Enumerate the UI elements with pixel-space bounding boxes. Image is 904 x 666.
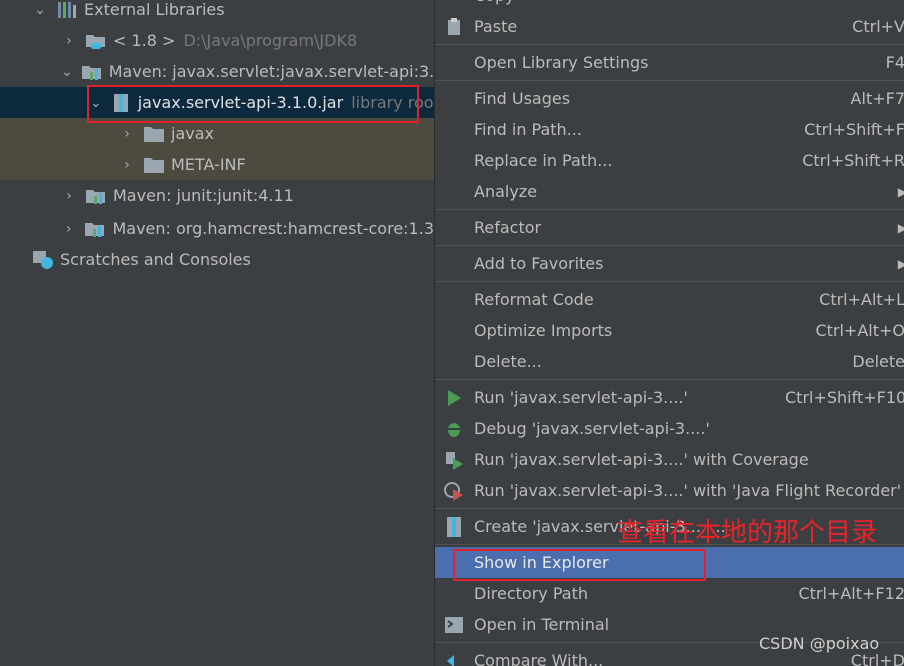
menu-item-label: Delete... [474,352,542,371]
menu-item-label: Paste [474,17,518,36]
folder-icon [143,125,165,143]
watermark: CSDN @poixao [759,634,880,653]
tree-node[interactable]: › META-INF [0,149,434,180]
submenu-arrow-icon: ▶ [898,257,904,271]
menu-item-label: Open Library Settings [474,53,649,72]
tree-node[interactable]: ⌄ Maven: javax.servlet:javax.servlet-api:… [0,56,460,87]
menu-item-shortcut: Ctrl+D [850,651,904,666]
profiler-icon [435,481,473,501]
menu-item-shortcut: Ctrl+Alt+L [819,290,904,309]
menu-item-analyze[interactable]: Analyze ▶ [435,176,904,207]
menu-item-copy[interactable]: Copy [435,0,904,11]
tree-node-label: Maven: junit:junit:4.11 [113,186,294,205]
menu-item-run-javax-servlet-api-3-with-java-flight-recorder[interactable]: Run 'javax.servlet-api-3....' with 'Java… [435,475,904,506]
coverage-icon [435,450,473,470]
compare-icon [435,653,473,666]
chevron-down-icon[interactable]: ⌄ [32,2,48,18]
libraries-icon [56,1,78,19]
menu-item-shortcut: Delete [852,352,904,371]
folder-icon [143,156,165,174]
tree-node[interactable]: › Maven: junit:junit:4.11 [0,180,434,211]
tree-node[interactable]: › Maven: org.hamcrest:hamcrest-core:1.3 [0,213,434,244]
menu-item-refactor[interactable]: Refactor ▶ [435,212,904,243]
menu-item-find-usages[interactable]: Find Usages Alt+F7 [435,83,904,114]
chevron-right-icon[interactable]: › [61,33,77,49]
menu-item-label: Find Usages [474,89,571,108]
menu-item-label: Open in Terminal [474,615,610,634]
menu-item-open-library-settings[interactable]: Open Library Settings F4 [435,47,904,78]
jar-icon [435,516,473,537]
chevron-right-icon[interactable]: › [119,126,135,142]
tree-node[interactable]: › < 1.8 > D:\Java\program\JDK8 [0,25,434,56]
menu-item-run-javax-servlet-api-3-with-coverage[interactable]: Run 'javax.servlet-api-3....' with Cover… [435,444,904,475]
tree-node-hint: D:\Java\program\JDK8 [183,31,358,50]
menu-item-label: Analyze [474,182,538,201]
tree-node-label: Maven: org.hamcrest:hamcrest-core:1.3 [112,219,434,238]
paste-icon [435,17,473,36]
chevron-right-icon[interactable]: › [61,221,76,237]
menu-item-directory-path[interactable]: Directory Path Ctrl+Alt+F12 [435,578,904,609]
highlight-box-show-in-explorer [453,549,706,581]
menu-item-paste[interactable]: Paste Ctrl+V [435,11,904,42]
tree-node[interactable]: Scratches and Consoles [0,244,410,275]
menu-item-label: Add to Favorites [474,254,604,273]
menu-item-shortcut: Ctrl+Alt+F12 [798,584,904,603]
highlight-box-jar [87,85,419,123]
menu-item-label: Replace in Path... [474,151,613,170]
terminal-icon [435,616,473,633]
menu-item-label: Compare With... [474,651,604,666]
maven-library-icon [81,63,103,81]
menu-item-label: Reformat Code [474,290,594,309]
run-icon [435,389,473,407]
menu-item-label: Directory Path [474,584,588,603]
menu-item-shortcut: Ctrl+V [852,17,904,36]
menu-item-shortcut: Ctrl+Alt+O [815,321,904,340]
debug-icon [435,420,473,438]
tree-node[interactable]: ⌄ External Libraries [0,0,434,25]
menu-item-debug-javax-servlet-api-3[interactable]: Debug 'javax.servlet-api-3....' [435,413,904,444]
chevron-right-icon[interactable]: › [61,188,77,204]
menu-item-label: Optimize Imports [474,321,613,340]
menu-item-label: Debug 'javax.servlet-api-3....' [474,419,710,438]
chevron-down-icon[interactable]: ⌄ [61,64,73,80]
menu-item-shortcut: Alt+F7 [850,89,904,108]
menu-item-label: Run 'javax.servlet-api-3....' with Cover… [474,450,809,469]
tree-node-label: Scratches and Consoles [60,250,251,269]
menu-item-shortcut: F4 [885,53,904,72]
menu-item-shortcut: Ctrl+Shift+F10 [785,388,904,407]
annotation-text: 查看在本地的那个目录 [617,518,878,548]
menu-item-label: Refactor [474,218,542,237]
menu-item-shortcut: Ctrl+Shift+F [804,120,904,139]
scratches-icon [32,250,54,269]
menu-item-run-javax-servlet-api-3[interactable]: Run 'javax.servlet-api-3....' Ctrl+Shift+… [435,382,904,413]
submenu-arrow-icon: ▶ [898,221,904,235]
chevron-right-icon[interactable]: › [119,157,135,173]
menu-item-label: Find in Path... [474,120,582,139]
maven-library-icon [85,187,107,205]
tree-node-label: < 1.8 > [113,31,176,50]
menu-item-label: Run 'javax.servlet-api-3....' with 'Java… [474,481,902,500]
maven-library-icon [84,220,106,238]
menu-item-label: Run 'javax.servlet-api-3....' [474,388,688,407]
menu-item-find-in-path[interactable]: Find in Path... Ctrl+Shift+F [435,114,904,145]
tree-node-label: Maven: javax.servlet:javax.servlet-api:3… [108,62,460,81]
menu-item-delete[interactable]: Delete... Delete [435,346,904,377]
tree-node-label: External Libraries [84,0,225,19]
submenu-arrow-icon: ▶ [898,185,904,199]
menu-item-optimize-imports[interactable]: Optimize Imports Ctrl+Alt+O [435,315,904,346]
menu-item-label: Copy [474,0,515,5]
jdk-folder-icon [85,32,107,50]
menu-item-add-to-favorites[interactable]: Add to Favorites ▶ [435,248,904,279]
menu-item-shortcut: Ctrl+Shift+R [802,151,904,170]
menu-item-replace-in-path[interactable]: Replace in Path... Ctrl+Shift+R [435,145,904,176]
tree-node-label: javax [171,124,214,143]
tree-node-label: META-INF [171,155,246,174]
menu-item-reformat-code[interactable]: Reformat Code Ctrl+Alt+L [435,284,904,315]
